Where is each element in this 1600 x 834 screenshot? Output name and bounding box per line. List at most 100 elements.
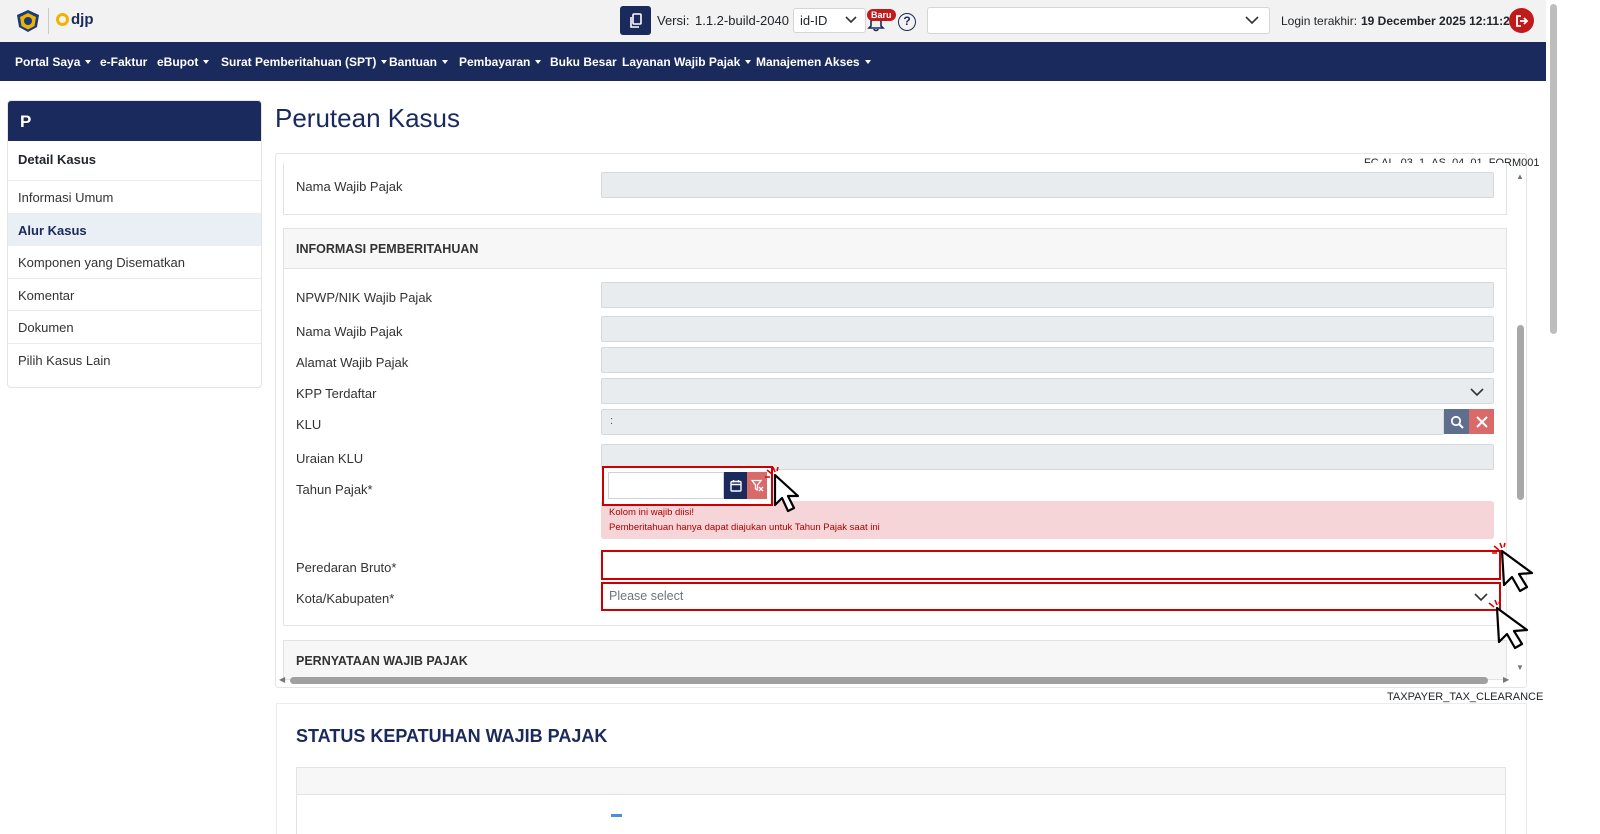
new-badge: Baru xyxy=(867,9,896,21)
cursor-icon xyxy=(1492,542,1534,593)
klu-label: KLU xyxy=(296,417,322,432)
nav-pembayaran[interactable]: Pembayaran xyxy=(459,55,542,69)
nav-e-faktur[interactable]: e-Faktur xyxy=(100,55,147,69)
section-title-statement: PERNYATAAN WAJIB PAJAK xyxy=(296,654,468,668)
calendar-button[interactable] xyxy=(724,472,747,499)
cursor-icon xyxy=(1487,599,1529,650)
nav-label: Pembayaran xyxy=(459,55,531,69)
caret-down-icon xyxy=(203,60,210,64)
klu-clear-button[interactable] xyxy=(1469,409,1494,434)
profile-select[interactable] xyxy=(927,7,1270,34)
compliance-status-title: STATUS KEPATUHAN WAJIB PAJAK xyxy=(296,726,608,746)
main-navigation: Portal Saya e-Faktur eBupot Surat Pember… xyxy=(0,42,1546,81)
language-select[interactable]: id-ID xyxy=(793,8,866,33)
nav-layanan-wajib-pajak[interactable]: Layanan Wajib Pajak xyxy=(622,55,752,69)
caret-down-icon xyxy=(745,60,752,64)
klu-search-button[interactable] xyxy=(1444,409,1469,434)
nav-buku-besar[interactable]: Buku Besar xyxy=(550,55,617,69)
peredaran-bruto-field[interactable] xyxy=(601,550,1501,580)
loading-indicator xyxy=(611,814,622,817)
djp-logo-ring-icon xyxy=(56,13,69,26)
nav-manajemen-akses[interactable]: Manajemen Akses xyxy=(756,55,871,69)
nav-portal-saya[interactable]: Portal Saya xyxy=(15,55,92,69)
uraian-klu-label: Uraian KLU xyxy=(296,451,364,466)
scroll-down-arrow-icon[interactable]: ▼ xyxy=(1516,663,1524,672)
form-vertical-scroll-thumb[interactable] xyxy=(1517,325,1524,500)
error-current-year: Pemberitahuan hanya dapat diajukan untuk… xyxy=(609,522,880,533)
klu-field: : xyxy=(601,409,1444,435)
tahun-pajak-input[interactable] xyxy=(608,472,724,499)
top-nama-wajib-pajak-label: Nama Wajib Pajak xyxy=(296,179,403,194)
scroll-left-arrow-icon[interactable]: ◀ xyxy=(279,675,285,684)
chevron-down-icon xyxy=(1470,388,1484,397)
chevron-down-icon xyxy=(1245,16,1259,25)
sidebar-item-alur-kasus[interactable]: Alur Kasus xyxy=(8,213,261,246)
page-title: Perutean Kasus xyxy=(275,103,461,133)
filter-clear-icon xyxy=(750,479,763,492)
kota-kabupaten-placeholder: Please select xyxy=(609,589,684,603)
top-bar: djp Versi: 1.1.2-build-2040 id-ID Baru ?… xyxy=(0,0,1546,42)
form-horizontal-scroll-thumb[interactable] xyxy=(290,677,1488,684)
logout-icon xyxy=(1515,14,1528,27)
sidebar-item-komentar[interactable]: Komentar xyxy=(8,279,261,311)
cursor-icon xyxy=(765,466,800,513)
compliance-status-table xyxy=(296,767,1506,834)
sidebar-title: Detail Kasus xyxy=(8,141,261,181)
caret-down-icon xyxy=(535,60,542,64)
sidebar-avatar-header: P xyxy=(8,101,261,141)
version-value: 1.1.2-build-2040 xyxy=(695,13,789,28)
version-label: Versi: xyxy=(657,13,690,28)
chevron-down-icon xyxy=(845,16,857,24)
nav-label: Buku Besar xyxy=(550,55,617,69)
nav-label: Portal Saya xyxy=(15,55,81,69)
caret-down-icon xyxy=(381,60,388,64)
peredaran-bruto-label: Peredaran Bruto* xyxy=(296,560,397,575)
nav-label: Manajemen Akses xyxy=(756,55,860,69)
nav-label: Bantuan xyxy=(389,55,437,69)
page-scroll-thumb[interactable] xyxy=(1550,4,1557,334)
kpp-label: KPP Terdaftar xyxy=(296,386,377,401)
kota-kabupaten-label: Kota/Kabupaten* xyxy=(296,591,395,606)
search-icon xyxy=(1450,415,1464,429)
nav-label: e-Faktur xyxy=(100,55,148,69)
nav-bantuan[interactable]: Bantuan xyxy=(389,55,448,69)
sidebar-item-dokumen[interactable]: Dokumen xyxy=(8,311,261,344)
sidebar-item-komponen[interactable]: Komponen yang Disematkan xyxy=(8,246,261,279)
klu-value: : xyxy=(610,415,614,427)
djp-logo[interactable]: djp xyxy=(56,11,94,28)
kpp-select[interactable] xyxy=(601,378,1494,404)
caret-down-icon xyxy=(85,60,92,64)
section-title-notification: INFORMASI PEMBERITAHUAN xyxy=(296,242,479,256)
close-icon xyxy=(1475,415,1488,428)
scroll-right-arrow-icon[interactable]: ▶ xyxy=(1503,675,1509,684)
sidebar-item-informasi-umum[interactable]: Informasi Umum xyxy=(8,181,261,214)
logo-divider xyxy=(48,8,49,34)
copy-button[interactable] xyxy=(620,6,651,35)
npwp-label: NPWP/NIK Wajib Pajak xyxy=(296,290,433,305)
last-login-value: 19 December 2025 12:11:24 xyxy=(1361,14,1517,28)
logout-button[interactable] xyxy=(1509,8,1534,33)
caret-down-icon xyxy=(864,60,871,64)
nav-label: Layanan Wajib Pajak xyxy=(622,55,741,69)
nav-label: Surat Pemberitahuan (SPT) xyxy=(221,55,377,69)
scroll-up-arrow-icon[interactable]: ▲ xyxy=(1516,172,1524,181)
tahun-pajak-field[interactable] xyxy=(602,466,773,506)
case-sidebar: P Detail Kasus Informasi Umum Alur Kasus… xyxy=(7,100,262,388)
help-icon[interactable]: ? xyxy=(898,13,916,31)
tahun-pajak-label: Tahun Pajak* xyxy=(296,482,373,497)
error-message-box: Kolom ini wajib diisi! Pemberitahuan han… xyxy=(601,501,1494,539)
nav-ebupot[interactable]: eBupot xyxy=(157,55,210,69)
tax-clearance-code: TAXPAYER_TAX_CLEARANCE xyxy=(1387,691,1544,703)
nav-spt[interactable]: Surat Pemberitahuan (SPT) xyxy=(221,55,388,69)
language-value: id-ID xyxy=(800,13,828,28)
sidebar-item-pilih-kasus-lain[interactable]: Pilih Kasus Lain xyxy=(8,344,261,377)
alamat-field xyxy=(601,347,1494,373)
last-login-label: Login terakhir: xyxy=(1281,14,1358,28)
alamat-label: Alamat Wajib Pajak xyxy=(296,355,409,370)
djp-logo-text: djp xyxy=(71,11,94,28)
caret-down-icon xyxy=(442,60,448,64)
kota-kabupaten-select[interactable]: Please select xyxy=(601,582,1501,611)
npwp-field xyxy=(601,282,1494,308)
copy-icon xyxy=(629,12,642,28)
nama-label: Nama Wajib Pajak xyxy=(296,324,403,339)
